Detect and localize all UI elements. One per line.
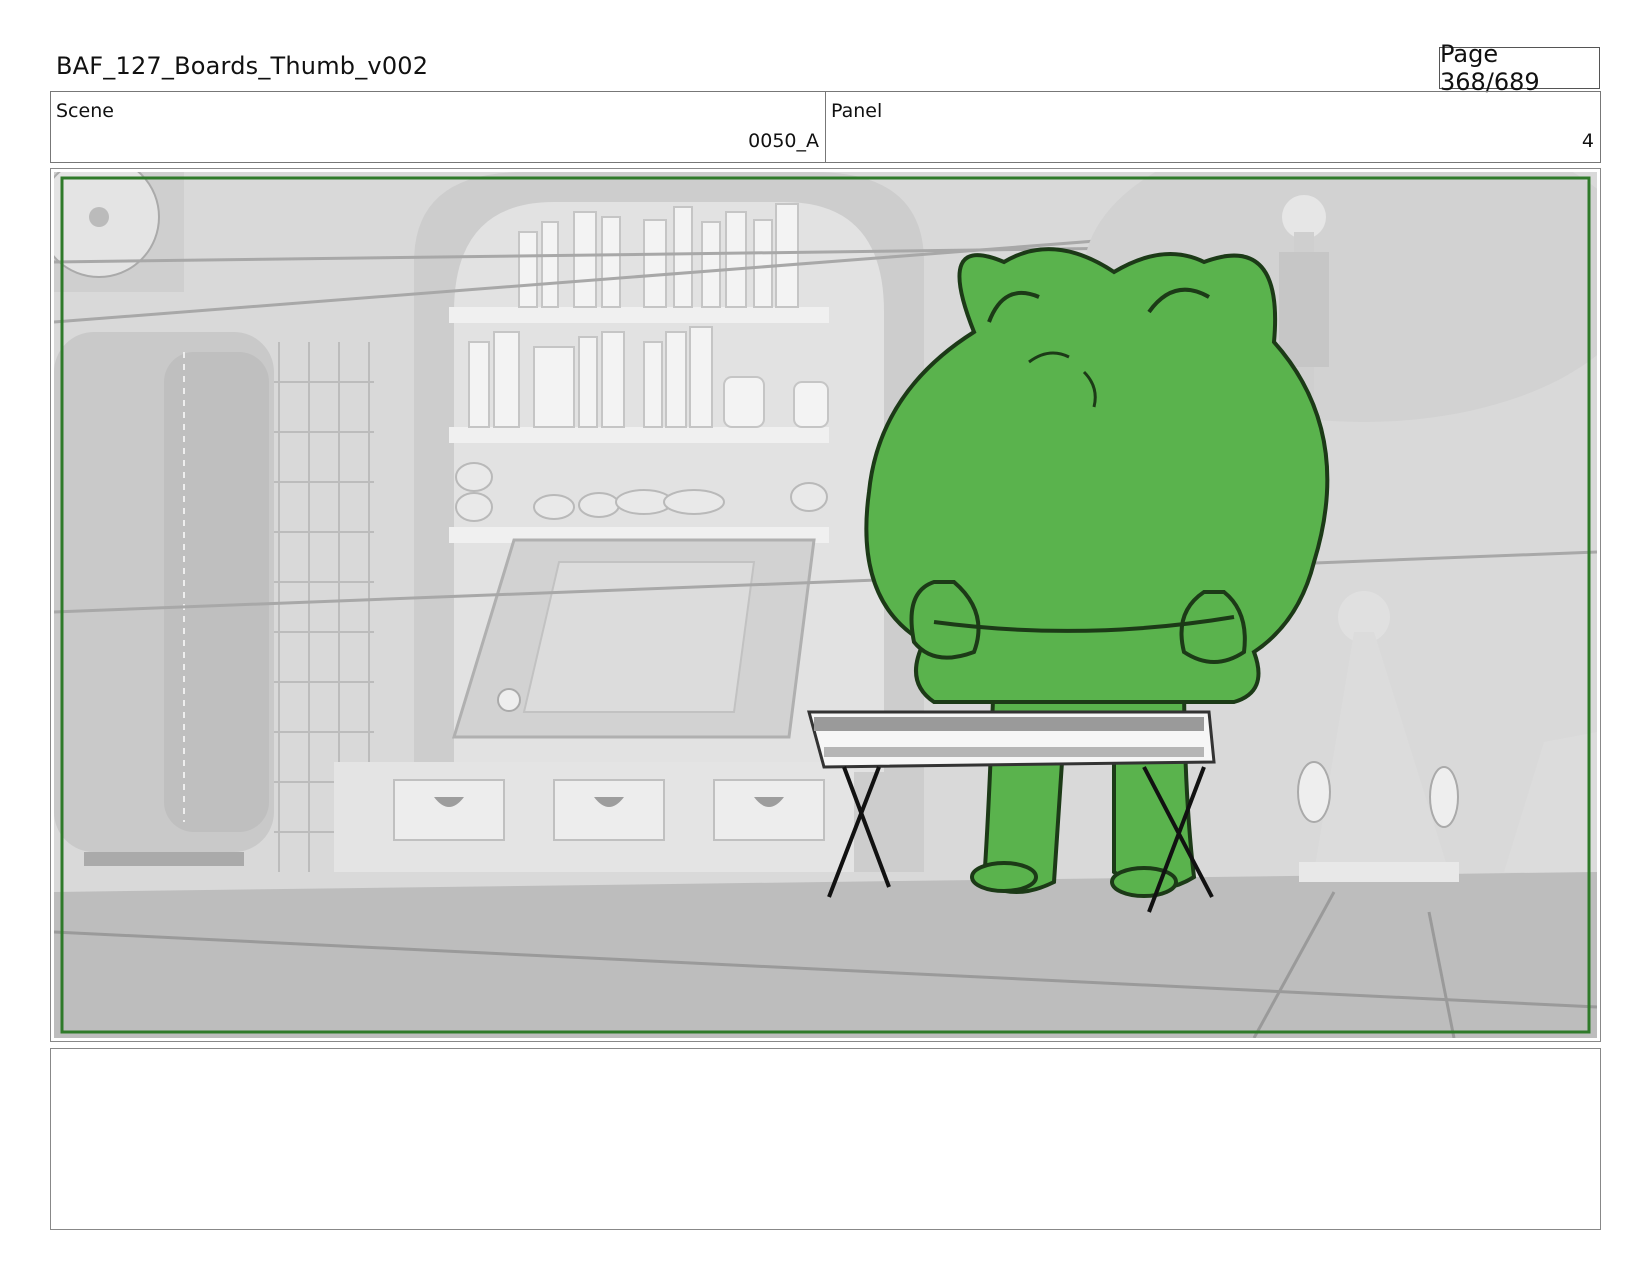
scene-cell: Scene 0050_A bbox=[51, 92, 826, 162]
panel-cell: Panel 4 bbox=[826, 92, 1600, 162]
storyboard-frame bbox=[50, 168, 1601, 1042]
storyboard-drawing bbox=[54, 172, 1597, 1038]
storyboard-image bbox=[54, 172, 1597, 1038]
notes-box bbox=[50, 1048, 1601, 1230]
scene-label: Scene bbox=[56, 100, 114, 122]
scene-value: 0050_A bbox=[748, 130, 819, 152]
left-cabinet bbox=[54, 332, 274, 866]
document-title: BAF_127_Boards_Thumb_v002 bbox=[56, 52, 429, 80]
floor bbox=[54, 872, 1597, 1038]
wall-fan bbox=[54, 172, 184, 292]
page-number-box: Page 368/689 bbox=[1439, 40, 1600, 96]
scene-panel-info-row: Scene 0050_A Panel 4 bbox=[50, 91, 1601, 163]
panel-value: 4 bbox=[1581, 130, 1594, 152]
panel-label: Panel bbox=[831, 100, 883, 122]
